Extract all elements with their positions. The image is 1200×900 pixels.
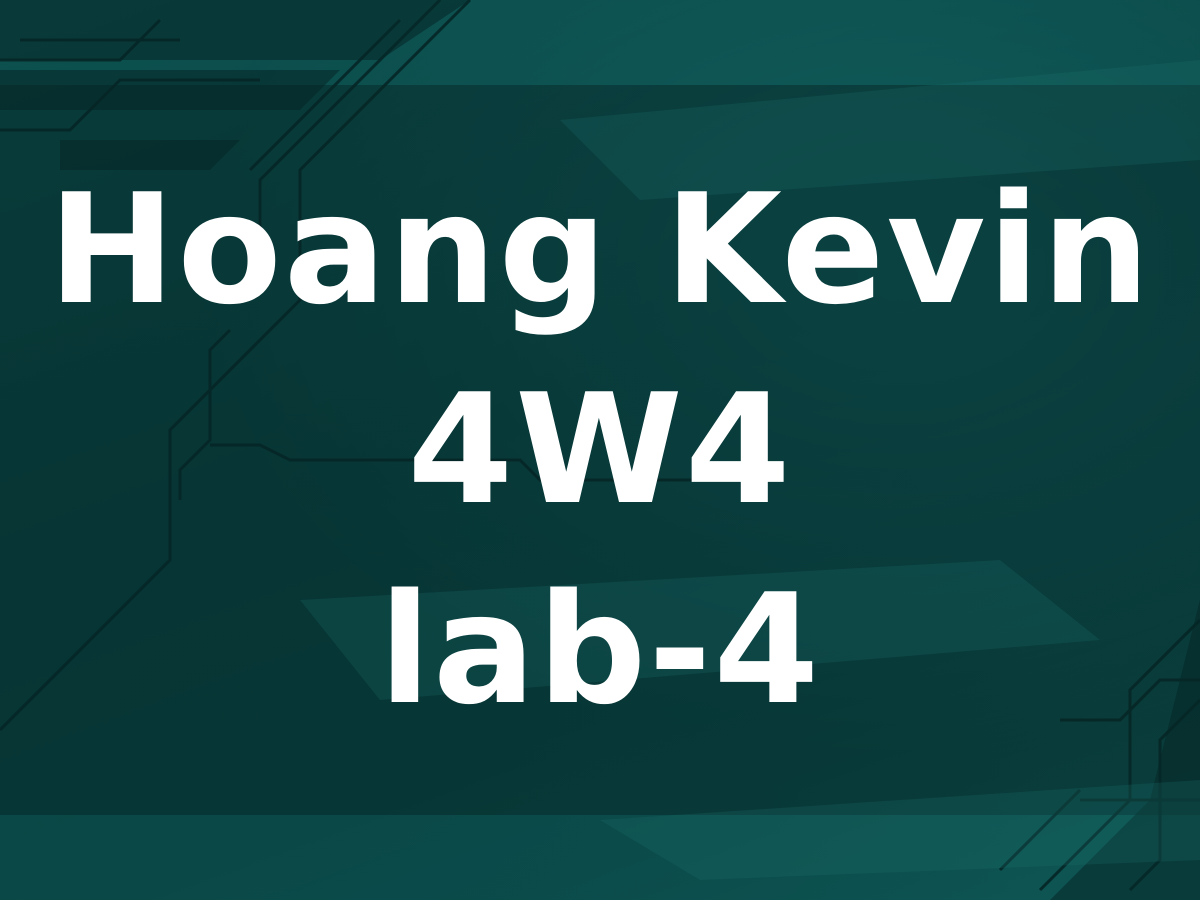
title-card: Hoang Kevin 4W4 lab-4 (0, 0, 1200, 900)
code-line: 4W4 (407, 361, 793, 538)
title-text-block: Hoang Kevin 4W4 lab-4 (0, 0, 1200, 900)
name-line: Hoang Kevin (48, 161, 1152, 338)
lab-line: lab-4 (378, 561, 822, 738)
